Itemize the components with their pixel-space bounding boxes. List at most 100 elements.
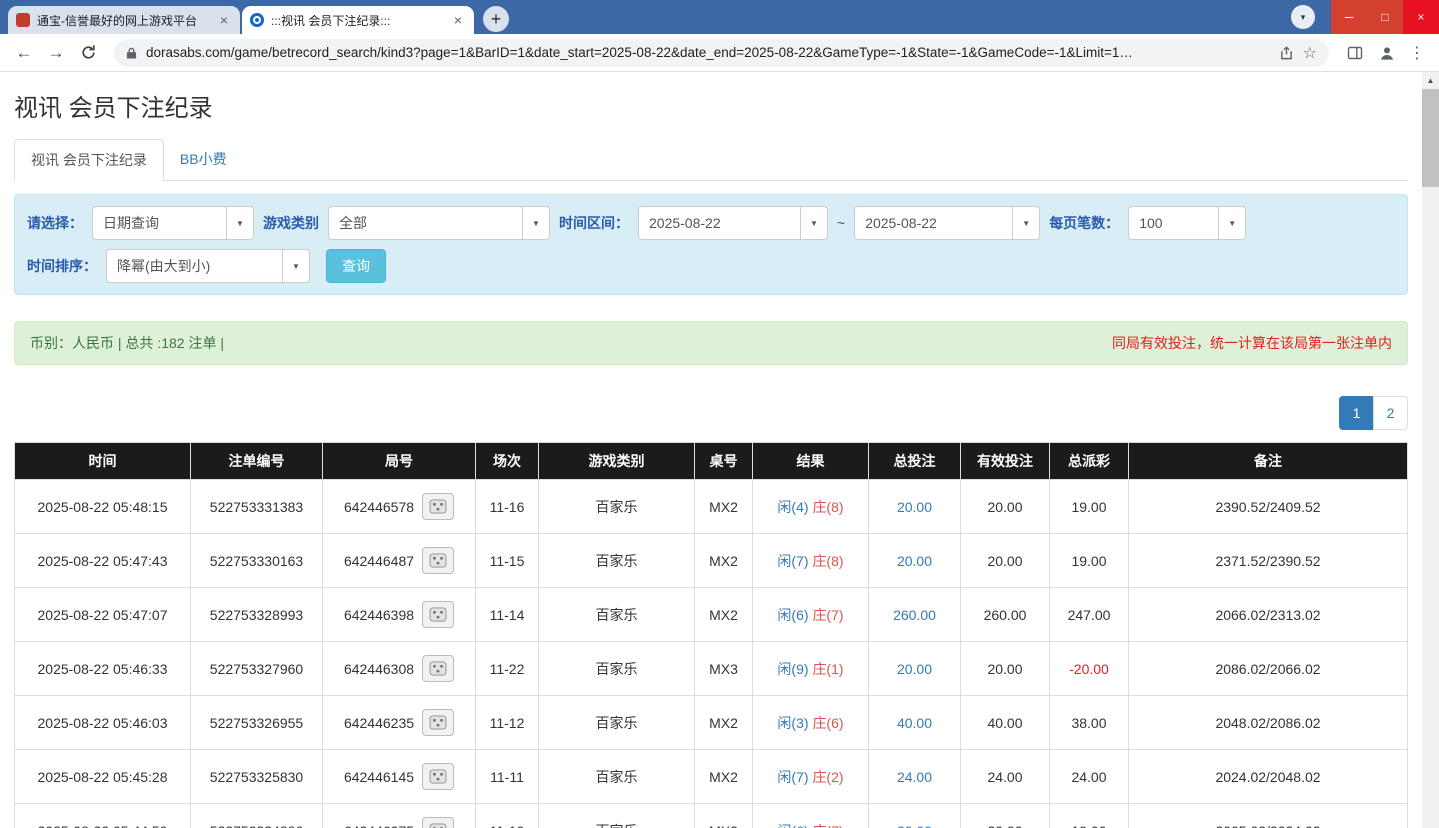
table-row: 2025-08-22 05:48:15 522753331383 6424465… — [15, 480, 1408, 534]
page-size-select[interactable]: 100 ▼ — [1128, 206, 1246, 240]
cell-result: 闲(4) 庄(8) — [753, 480, 869, 534]
cell-valid-bet: 20.00 — [961, 804, 1050, 828]
cell-valid-bet: 20.00 — [961, 534, 1050, 588]
caret-down-icon[interactable]: ▼ — [226, 207, 253, 239]
close-window-button[interactable]: × — [1403, 0, 1439, 34]
browser-tab-tongbao[interactable]: 通宝-信誉最好的网上游戏平台 × — [8, 6, 240, 34]
total-bet-link[interactable]: 20.00 — [897, 499, 932, 515]
game-result-button[interactable] — [422, 763, 454, 790]
new-tab-button[interactable]: + — [483, 6, 509, 32]
game-type-select[interactable]: 全部 ▼ — [328, 206, 550, 240]
total-bet-link[interactable]: 20.00 — [897, 661, 932, 677]
game-result-button[interactable] — [422, 655, 454, 682]
cell-table-no: MX3 — [695, 642, 753, 696]
total-bet-link[interactable]: 20.00 — [897, 823, 932, 828]
caret-down-icon[interactable]: ▼ — [1218, 207, 1245, 239]
cell-bet-id: 522753326955 — [191, 696, 323, 750]
cell-payout: -20.00 — [1050, 642, 1129, 696]
tab-close-icon[interactable]: × — [216, 12, 232, 28]
browser-window: 通宝-信誉最好的网上游戏平台 × :::视讯 会员下注纪录::: × + ▾ ─… — [0, 0, 1439, 828]
address-bar[interactable]: dorasabs.com/game/betrecord_search/kind3… — [114, 39, 1329, 67]
browser-menu-icon[interactable]: ⋮ — [1405, 43, 1429, 63]
cell-table-no: MX2 — [695, 750, 753, 804]
cell-round: 642446398 — [323, 588, 476, 642]
caret-down-icon[interactable]: ▼ — [522, 207, 549, 239]
bookmark-star-icon[interactable]: ☆ — [1303, 43, 1317, 63]
cell-bet-id: 522753327960 — [191, 642, 323, 696]
scroll-up-icon[interactable]: ▲ — [1422, 72, 1439, 89]
cell-payout: 19.00 — [1050, 480, 1129, 534]
cell-round: 642446145 — [323, 750, 476, 804]
side-panel-icon[interactable] — [1341, 39, 1369, 67]
page-button-1[interactable]: 1 — [1339, 396, 1374, 430]
cell-time: 2025-08-22 05:48:15 — [15, 480, 191, 534]
share-icon[interactable] — [1279, 45, 1294, 61]
cell-session: 11-11 — [476, 750, 539, 804]
minimize-button[interactable]: ─ — [1331, 0, 1367, 34]
tab-bb-tips[interactable]: BB小费 — [164, 139, 243, 181]
scrollbar-thumb[interactable] — [1422, 89, 1439, 187]
game-result-button[interactable] — [422, 493, 454, 520]
page-button-2[interactable]: 2 — [1373, 396, 1408, 430]
round-number: 642446308 — [344, 661, 414, 677]
query-type-select[interactable]: 日期查询 ▼ — [92, 206, 254, 240]
cell-session: 11-12 — [476, 696, 539, 750]
game-result-button[interactable] — [422, 817, 454, 828]
total-bet-link[interactable]: 24.00 — [897, 769, 932, 785]
result-banker: 庄(7) — [812, 823, 843, 828]
sort-select[interactable]: 降幂(由大到小) ▼ — [106, 249, 310, 283]
cell-total-bet: 260.00 — [869, 588, 961, 642]
date-start-select[interactable]: 2025-08-22 ▼ — [638, 206, 828, 240]
filter-label-sort: 时间排序： — [27, 256, 97, 276]
round-number: 642446075 — [344, 823, 414, 828]
page-scrollbar[interactable]: ▲ — [1422, 72, 1439, 828]
filter-label-date-range: 时间区间： — [559, 213, 629, 233]
profile-avatar-icon[interactable] — [1373, 39, 1401, 67]
caret-down-icon[interactable]: ▼ — [800, 207, 827, 239]
back-button[interactable]: ← — [10, 39, 38, 67]
caret-down-icon[interactable]: ▼ — [282, 250, 309, 282]
col-payout: 总派彩 — [1050, 443, 1129, 480]
cell-note: 2048.02/2086.02 — [1129, 696, 1408, 750]
browser-tab-bet-records[interactable]: :::视讯 会员下注纪录::: × — [242, 6, 474, 34]
query-button[interactable]: 查询 — [326, 249, 386, 283]
tab-bet-records[interactable]: 视讯 会员下注纪录 — [14, 139, 164, 181]
cell-bet-id: 522753324886 — [191, 804, 323, 828]
date-end-select[interactable]: 2025-08-22 ▼ — [854, 206, 1040, 240]
tongbao-favicon — [16, 13, 30, 27]
cell-game-type: 百家乐 — [539, 588, 695, 642]
game-result-button[interactable] — [422, 709, 454, 736]
tab-close-icon[interactable]: × — [450, 12, 466, 28]
game-result-button[interactable] — [422, 547, 454, 574]
col-round: 局号 — [323, 443, 476, 480]
cell-game-type: 百家乐 — [539, 804, 695, 828]
dice-icon — [429, 661, 447, 676]
tilde-separator: ~ — [837, 215, 845, 231]
tab-search-chevron-icon[interactable]: ▾ — [1291, 5, 1315, 29]
total-bet-link[interactable]: 20.00 — [897, 553, 932, 569]
reload-button[interactable] — [74, 39, 102, 67]
cell-payout: 247.00 — [1050, 588, 1129, 642]
forward-button[interactable]: → — [42, 39, 70, 67]
cell-bet-id: 522753328993 — [191, 588, 323, 642]
maximize-button[interactable]: □ — [1367, 0, 1403, 34]
game-result-button[interactable] — [422, 601, 454, 628]
result-banker: 庄(7) — [812, 607, 843, 623]
table-row: 2025-08-22 05:45:28 522753325830 6424461… — [15, 750, 1408, 804]
col-valid-bet: 有效投注 — [961, 443, 1050, 480]
total-bet-link[interactable]: 40.00 — [897, 715, 932, 731]
browser-titlebar: 通宝-信誉最好的网上游戏平台 × :::视讯 会员下注纪录::: × + ▾ ─… — [0, 0, 1439, 34]
cell-session: 11-15 — [476, 534, 539, 588]
cell-table-no: MX2 — [695, 804, 753, 828]
cell-session: 11-22 — [476, 642, 539, 696]
result-player: 闲(9) — [777, 661, 808, 677]
cell-payout: 19.00 — [1050, 804, 1129, 828]
cell-total-bet: 20.00 — [869, 642, 961, 696]
cell-result: 闲(9) 庄(1) — [753, 642, 869, 696]
cell-session: 11-16 — [476, 480, 539, 534]
date-start-value: 2025-08-22 — [639, 207, 800, 239]
total-bet-link[interactable]: 260.00 — [893, 607, 936, 623]
col-result: 结果 — [753, 443, 869, 480]
caret-down-icon[interactable]: ▼ — [1012, 207, 1039, 239]
cell-note: 2371.52/2390.52 — [1129, 534, 1408, 588]
